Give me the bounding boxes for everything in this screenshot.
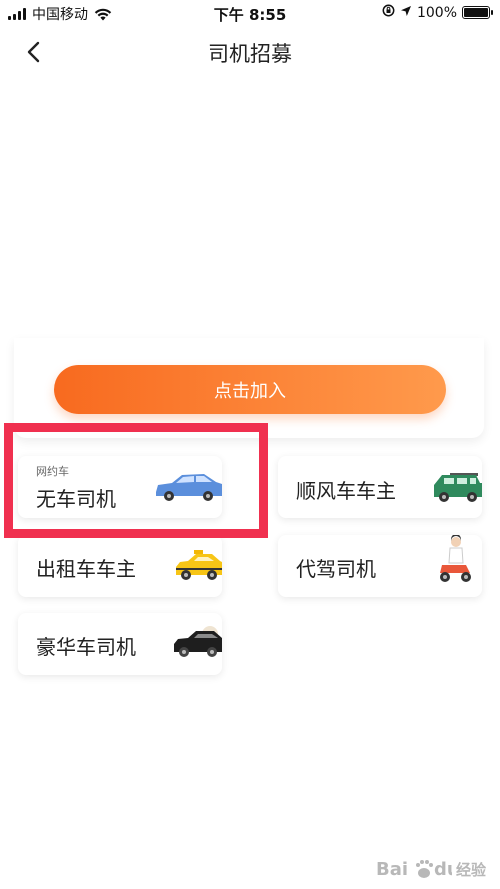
join-button[interactable]: 点击加入 (54, 365, 446, 414)
role-label: 出租车车主 (36, 557, 136, 581)
baidu-logo-icon: Bai du (376, 859, 452, 880)
battery-percent: 100% (416, 4, 457, 21)
role-card-designated-driver[interactable]: 代驾司机 (278, 535, 482, 597)
status-bar: 中国移动 下午 8:55 100% (0, 0, 500, 26)
role-label: 顺风车车主 (296, 479, 396, 503)
nav-bar: 司机招募 (0, 26, 500, 78)
green-suv-icon (434, 473, 482, 502)
yellow-taxi-icon (176, 550, 222, 580)
highlight-frame (4, 423, 268, 538)
black-limousine-icon (174, 626, 222, 657)
status-right: 100% (382, 4, 493, 21)
svg-text:Bai: Bai (376, 859, 408, 880)
scooter-rider-icon (440, 535, 471, 582)
location-icon (400, 5, 412, 21)
role-card-taxi-owner[interactable]: 出租车车主 (18, 535, 222, 597)
role-card-luxury-driver[interactable]: 豪华车司机 (18, 613, 222, 675)
svg-text:du: du (434, 859, 452, 880)
baidu-watermark: Bai du 经验 (376, 857, 486, 881)
battery-icon (462, 6, 493, 19)
role-label: 代驾司机 (296, 557, 376, 581)
rotation-lock-icon (382, 4, 395, 21)
watermark-text: 经验 (455, 860, 486, 879)
page-title: 司机招募 (208, 42, 292, 66)
role-card-carpool-owner[interactable]: 顺风车车主 (278, 456, 482, 518)
role-label: 豪华车司机 (36, 635, 136, 659)
